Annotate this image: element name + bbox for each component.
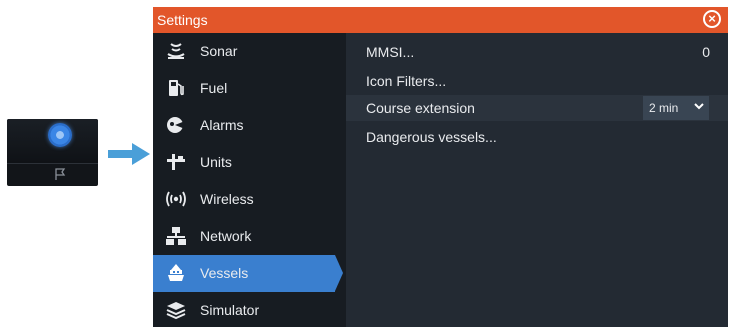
settings-gear-icon[interactable]	[48, 123, 72, 147]
network-icon	[166, 227, 186, 245]
sidebar-item-label: Fuel	[200, 80, 228, 96]
sidebar-item-vessels[interactable]: Vessels	[153, 255, 343, 292]
close-icon: ×	[708, 11, 716, 26]
dangerous-vessels-row[interactable]: Dangerous vessels...	[346, 124, 728, 150]
chevron-down-icon	[694, 103, 704, 110]
sidebar-item-alarms[interactable]: Alarms	[153, 107, 346, 144]
mmsi-value: 0	[702, 44, 710, 60]
icon-filters-label: Icon Filters...	[366, 73, 447, 89]
sidebar-item-label: Wireless	[200, 191, 254, 207]
settings-content: MMSI... 0 Icon Filters... Course extensi…	[346, 33, 728, 327]
simulator-icon	[166, 302, 186, 320]
mmsi-label: MMSI...	[366, 44, 415, 60]
icon-filters-row[interactable]: Icon Filters...	[346, 68, 728, 94]
course-extension-select[interactable]: 2 min	[643, 96, 709, 120]
window-title: Settings	[157, 12, 208, 28]
vessel-icon	[168, 264, 184, 281]
close-button[interactable]: ×	[703, 10, 721, 28]
sidebar-item-network[interactable]: Network	[153, 218, 346, 255]
sidebar-item-fuel[interactable]: Fuel	[153, 70, 346, 107]
mmsi-row[interactable]: MMSI... 0	[346, 39, 728, 65]
sidebar-item-label: Alarms	[200, 117, 244, 133]
sidebar-item-label: Vessels	[200, 265, 249, 281]
sonar-icon	[167, 43, 185, 59]
wireless-icon	[166, 191, 186, 207]
course-extension-label: Course extension	[366, 100, 475, 116]
home-thumbnail	[7, 119, 98, 186]
units-icon	[167, 154, 185, 170]
course-extension-row: Course extension 2 min	[346, 95, 728, 121]
sidebar-item-label: Network	[200, 228, 252, 244]
sidebar-item-label: Simulator	[200, 302, 260, 318]
sidebar-item-label: Units	[200, 154, 232, 170]
title-bar: Settings ×	[153, 7, 728, 33]
pointer-arrow-icon	[108, 143, 150, 165]
sidebar-item-units[interactable]: Units	[153, 144, 346, 181]
flag-icon	[55, 168, 66, 180]
sidebar-item-label: Sonar	[200, 43, 238, 59]
fuel-icon	[169, 80, 184, 96]
dangerous-vessels-label: Dangerous vessels...	[366, 129, 497, 145]
course-extension-value: 2 min	[649, 101, 679, 115]
alarm-icon	[167, 117, 185, 133]
sidebar-item-wireless[interactable]: Wireless	[153, 181, 346, 218]
sidebar-item-simulator[interactable]: Simulator	[153, 292, 346, 329]
sidebar-item-sonar[interactable]: Sonar	[153, 33, 346, 70]
settings-sidebar: Sonar Fuel Alarms Units Wireless Network…	[153, 33, 346, 327]
settings-window: Settings × Sonar Fuel Alarms Units Wirel…	[153, 7, 728, 327]
